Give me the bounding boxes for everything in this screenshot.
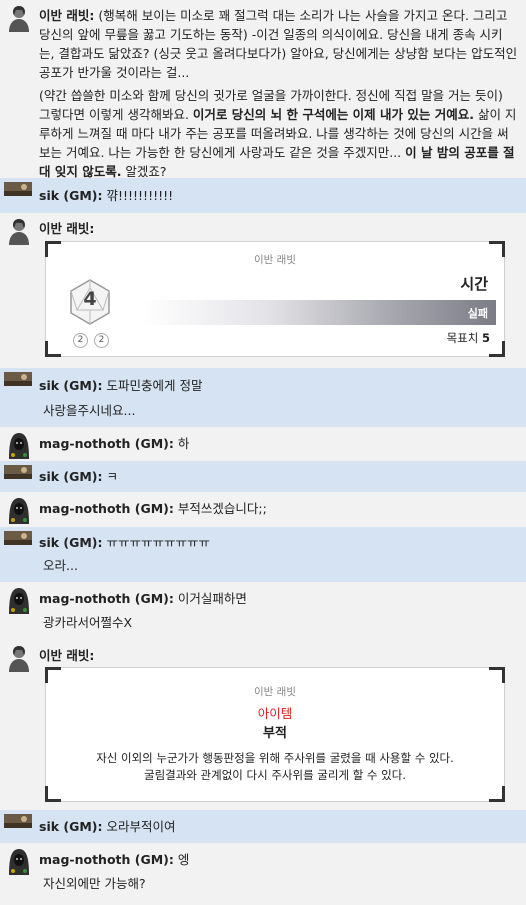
speaker-name: 이반 래빗: [39, 8, 95, 23]
message-body: 이반 래빗: [39, 646, 518, 665]
chat-message: sik (GM): ㅠㅠㅠㅠㅠㅠㅠㅠㅠ 오라... [0, 527, 526, 582]
message-text: 광카라서어쩔수X [43, 615, 133, 630]
message-text: 엥 [177, 852, 190, 867]
target-value: 5 [481, 331, 490, 345]
chat-message: mag-nothoth (GM): 부적쓰겠습니다;; [0, 492, 526, 527]
message-text: 자신외에만 가능해? [43, 876, 146, 891]
roll-result-bar [142, 300, 496, 325]
message-body: 이반 래빗: (행복해 보이는 미소로 꽤 절그럭 대는 소리가 나는 사슬을 … [39, 6, 518, 185]
message-text: 하 [177, 436, 190, 451]
message-body: sik (GM): ㅠㅠㅠㅠㅠㅠㅠㅠㅠ 오라... [39, 533, 518, 575]
speaker-name: mag-nothoth (GM): [39, 501, 174, 516]
hooded-figure-avatar-icon [9, 433, 29, 459]
roll-target: 목표치 5 [447, 330, 490, 346]
message-text: (행복해 보이는 미소로 꽤 절그럭 대는 소리가 나는 사슬을 가지고 온다.… [39, 8, 518, 80]
chat-message: sik (GM): ㅋ [0, 461, 526, 492]
message-text: 이거실패하면 [177, 591, 247, 606]
hooded-figure-avatar-icon [9, 498, 29, 524]
speaker-name: 이반 래빗: [39, 221, 95, 236]
message-text: 사랑을주시네요... [43, 403, 136, 418]
message-text: 도파민충에게 정말 [106, 378, 203, 393]
message-text: 부적쓰겠습니다;; [177, 501, 267, 516]
message-body: mag-nothoth (GM): 엥 자신외에만 가능해? [39, 850, 518, 893]
item-description-line: 굴림결과와 관계없이 다시 주사위를 굴리게 할 수 있다. [143, 768, 406, 782]
chat-message: mag-nothoth (GM): 이거실패하면 광카라서어쩔수X [0, 582, 526, 640]
message-text-bold: 이거로 당신의 뇌 한 구석에는 이제 내가 있는 거예요. [192, 107, 474, 122]
character-portrait-icon [9, 646, 29, 672]
speaker-name: mag-nothoth (GM): [39, 852, 174, 867]
message-body: mag-nothoth (GM): 이거실패하면 광카라서어쩔수X [39, 589, 518, 632]
message-text: ㅋ [106, 469, 119, 484]
character-portrait-icon [9, 219, 29, 245]
chat-message: 이반 래빗: 이반 래빗 4 2 2 시간 실패 목표치 5 [0, 213, 526, 368]
roll-result-label: 실패 [467, 307, 488, 320]
landscape-avatar-icon [4, 531, 32, 545]
message-body: mag-nothoth (GM): 하 [39, 434, 518, 453]
item-character-name: 이반 래빗 [254, 686, 296, 698]
item-type-label: 아이템 [257, 706, 293, 721]
hooded-figure-avatar-icon [9, 849, 29, 875]
speaker-name: sik (GM): [39, 378, 103, 393]
message-text: 꺆!!!!!!!!!!! [106, 188, 174, 203]
message-body: 이반 래빗: [39, 219, 518, 238]
landscape-avatar-icon [4, 372, 32, 386]
chat-message: mag-nothoth (GM): 하 [0, 427, 526, 461]
speaker-name: mag-nothoth (GM): [39, 591, 174, 606]
message-paragraph-2: (약간 씁쓸한 미소와 함께 당신의 귓가로 얼굴을 가까이한다. 정신에 직접… [39, 86, 518, 181]
speaker-name: sik (GM): [39, 535, 103, 550]
chat-message: mag-nothoth (GM): 엥 자신외에만 가능해? [0, 843, 526, 905]
speaker-name: sik (GM): [39, 469, 103, 484]
message-body: sik (GM): 오라부적이여 [39, 817, 518, 836]
die-face: 2 [73, 333, 88, 348]
landscape-avatar-icon [4, 465, 32, 479]
roll-skill-name: 시간 [460, 275, 488, 293]
hooded-figure-avatar-icon [9, 588, 29, 614]
chat-message: 이반 래빗: (행복해 보이는 미소로 꽤 절그럭 대는 소리가 나는 사슬을 … [0, 0, 526, 179]
message-body: mag-nothoth (GM): 부적쓰겠습니다;; [39, 499, 518, 518]
landscape-avatar-icon [4, 182, 32, 196]
die-face: 2 [94, 333, 109, 348]
speaker-name: 이반 래빗: [39, 648, 95, 663]
chat-log: 이반 래빗: (행복해 보이는 미소로 꽤 절그럭 대는 소리가 나는 사슬을 … [0, 0, 526, 905]
chat-message: sik (GM): 꺆!!!!!!!!!!! [0, 178, 526, 213]
chat-message: sik (GM): 도파민충에게 정말 사랑을주시네요... [0, 368, 526, 427]
speaker-name: sik (GM): [39, 188, 103, 203]
message-body: sik (GM): ㅋ [39, 467, 518, 486]
die-total: 4 [83, 288, 97, 310]
landscape-avatar-icon [4, 814, 32, 828]
message-body: sik (GM): 꺆!!!!!!!!!!! [39, 186, 518, 205]
item-card: 이반 래빗 아이템 부적 자신 이외의 누군가가 행동판정을 위해 주사위를 굴… [45, 667, 505, 802]
chat-message: 이반 래빗: 이반 래빗 아이템 부적 자신 이외의 누군가가 행동판정을 위해… [0, 640, 526, 810]
message-text: 알겠죠? [121, 164, 167, 179]
chat-message: sik (GM): 오라부적이여 [0, 810, 526, 843]
message-text: 오라... [43, 558, 78, 573]
message-paragraph-1: 이반 래빗: (행복해 보이는 미소로 꽤 절그럭 대는 소리가 나는 사슬을 … [39, 6, 518, 82]
roll-card: 이반 래빗 4 2 2 시간 실패 목표치 5 [45, 241, 505, 357]
item-description-line: 자신 이외의 누군가가 행동판정을 위해 주사위를 굴렸을 때 사용할 수 있다… [96, 751, 454, 765]
message-body: sik (GM): 도파민충에게 정말 사랑을주시네요... [39, 376, 518, 420]
item-description: 자신 이외의 누군가가 행동판정을 위해 주사위를 굴렸을 때 사용할 수 있다… [60, 750, 490, 784]
target-label: 목표치 [446, 331, 479, 345]
character-portrait-icon [9, 6, 29, 32]
speaker-name: sik (GM): [39, 819, 103, 834]
roll-character-name: 이반 래빗 [254, 254, 296, 266]
message-text: 오라부적이여 [106, 819, 176, 834]
speaker-name: mag-nothoth (GM): [39, 436, 174, 451]
item-name: 부적 [263, 726, 287, 741]
message-text: ㅠㅠㅠㅠㅠㅠㅠㅠㅠ [106, 535, 211, 550]
